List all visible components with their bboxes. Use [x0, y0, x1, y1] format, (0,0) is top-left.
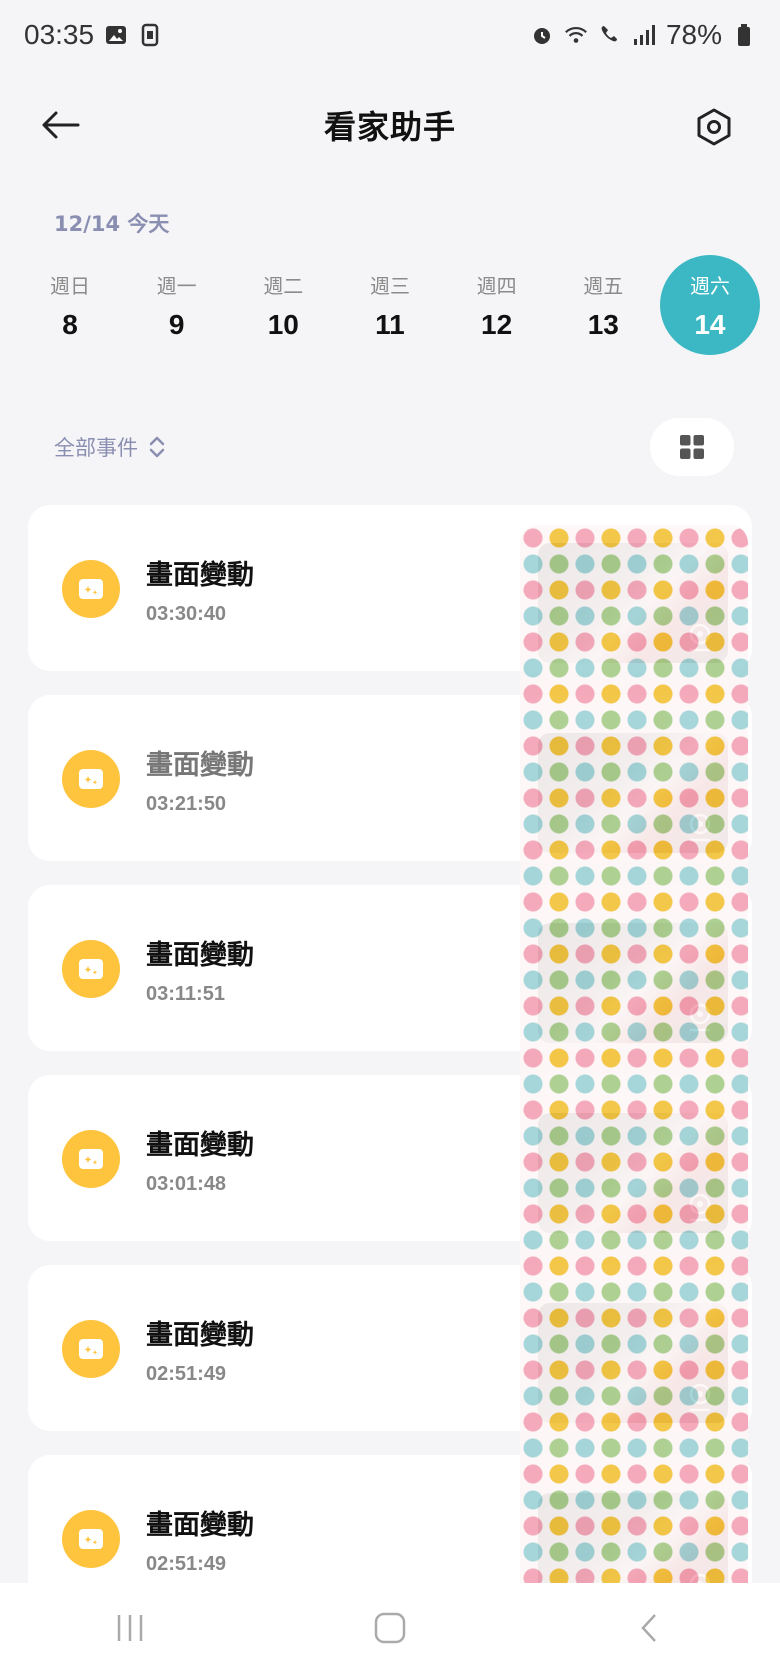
motion-event-icon [62, 1510, 120, 1568]
day-number: 14 [694, 308, 726, 340]
event-filter-dropdown[interactable]: 全部事件 [54, 432, 166, 462]
status-time: 03:35 [24, 19, 95, 50]
battery-percent: 78% [665, 19, 722, 50]
sort-chevrons-icon [149, 436, 165, 458]
app-header: 看家助手 [0, 75, 780, 175]
status-left: 03:35 [24, 19, 162, 51]
day-tue[interactable]: 週二 10 [233, 255, 333, 355]
day-name: 週三 [369, 273, 410, 298]
day-number: 10 [267, 308, 299, 340]
day-fri[interactable]: 週五 13 [553, 255, 653, 355]
sim-icon [138, 23, 162, 47]
settings-button[interactable] [688, 101, 740, 153]
day-name: 週六 [689, 273, 730, 298]
day-number: 8 [62, 308, 78, 340]
event-title: 畫面變動 [146, 940, 254, 971]
home-icon [374, 1612, 406, 1644]
day-wed[interactable]: 週三 11 [340, 255, 440, 355]
day-name: 週一 [156, 273, 197, 298]
event-title: 畫面變動 [146, 1130, 254, 1161]
alarm-icon [530, 23, 554, 47]
wifi-icon [564, 23, 588, 47]
back-button[interactable] [40, 101, 96, 149]
home-button[interactable] [360, 1598, 420, 1658]
back-arrow-icon [42, 111, 80, 139]
filter-label: 全部事件 [54, 436, 138, 460]
day-name: 週二 [263, 273, 304, 298]
event-time: 03:21:50 [146, 793, 227, 815]
page-title: 看家助手 [323, 108, 456, 146]
date-label: 12/14 今天 [54, 212, 170, 236]
day-number: 11 [375, 308, 405, 340]
day-sat-selected[interactable]: 週六 14 [659, 255, 760, 355]
week-selector: 週日 8 週一 9 週二 10 週三 11 週四 12 週五 13 週六 14 [20, 255, 760, 365]
system-nav-bar [0, 1583, 780, 1673]
chevron-left-icon [641, 1614, 656, 1642]
day-number: 9 [168, 308, 185, 340]
settings-hex-icon [697, 108, 731, 146]
day-name: 週五 [583, 273, 624, 298]
grid-icon [680, 435, 704, 459]
motion-event-icon [62, 750, 120, 808]
event-title: 畫面變動 [146, 750, 254, 781]
day-thu[interactable]: 週四 12 [447, 255, 547, 355]
recent-apps-button[interactable] [100, 1598, 160, 1658]
event-time: 02:51:49 [146, 1363, 227, 1385]
event-title: 畫面變動 [146, 1510, 254, 1541]
signal-icon [632, 23, 656, 47]
motion-event-icon [62, 940, 120, 998]
day-name: 週日 [50, 273, 90, 298]
recents-icon [117, 1615, 143, 1641]
motion-event-icon [62, 1130, 120, 1188]
motion-event-icon [62, 1320, 120, 1378]
day-number: 12 [481, 308, 513, 340]
day-mon[interactable]: 週一 9 [127, 255, 227, 355]
privacy-mask-overlay [520, 525, 748, 1605]
status-bar: 03:35 78% [0, 0, 780, 70]
status-right: 78% [530, 19, 756, 51]
nav-back-button[interactable] [620, 1598, 680, 1658]
wifi-call-icon [598, 23, 622, 47]
day-name: 週四 [476, 273, 517, 298]
event-time: 02:51:49 [146, 1553, 227, 1575]
day-number: 13 [587, 308, 619, 340]
event-time: 03:01:48 [146, 1173, 227, 1195]
gallery-icon [104, 23, 128, 47]
event-title: 畫面變動 [146, 1320, 254, 1351]
grid-view-button[interactable] [650, 418, 734, 476]
day-sun[interactable]: 週日 8 [20, 255, 120, 355]
event-title: 畫面變動 [146, 560, 254, 591]
event-time: 03:11:51 [146, 983, 225, 1005]
motion-event-icon [62, 560, 120, 618]
event-time: 03:30:40 [146, 603, 227, 625]
battery-icon [732, 23, 756, 47]
